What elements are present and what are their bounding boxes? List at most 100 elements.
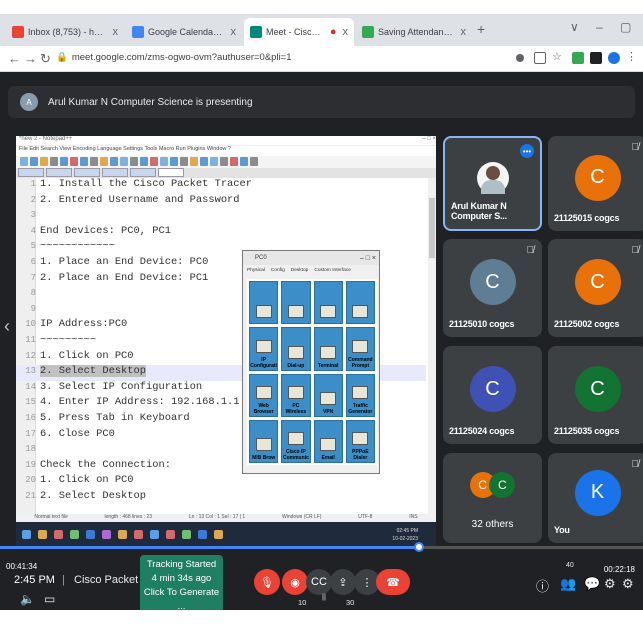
menu-kebab-icon[interactable]: ⋮ [626, 50, 638, 63]
editor-line[interactable]: 1 1. Install the Cisco Packet Tracer [16, 178, 426, 194]
app-icon [320, 345, 337, 359]
pc0-title: PC0 [255, 255, 267, 261]
desktop-app[interactable] [249, 281, 279, 325]
star-icon[interactable]: ☆ [552, 50, 564, 63]
new-tab-button[interactable]: + [477, 21, 485, 37]
present-button[interactable]: ⇪ [330, 569, 356, 595]
reload-icon[interactable]: ↻ [40, 51, 51, 67]
forward-30[interactable]: 30 [346, 598, 354, 607]
extensions-puzzle-icon[interactable] [590, 52, 602, 64]
taskbar-time: 02:45 PM [396, 528, 418, 534]
desktop-app[interactable]: VPN [313, 373, 343, 417]
captions-button[interactable]: CC [306, 569, 332, 595]
desktop-app[interactable]: Cisco IP Communic [281, 419, 311, 463]
toast-line-2: 4 min 34s ago [151, 573, 212, 584]
close-icon[interactable]: x [113, 26, 119, 38]
calendar-icon [132, 26, 144, 38]
windows-taskbar: 02:45 PM 10-02-2023 [16, 522, 436, 548]
avatar: C [469, 259, 516, 306]
app-icon [320, 391, 337, 405]
chat-icon[interactable]: 💬 [584, 576, 600, 592]
editor-line[interactable]: 21 2. Select Desktop [16, 490, 426, 506]
activities-icon[interactable]: ⚙ [604, 576, 616, 592]
tab-calendar[interactable]: Google Calendar - Week of Febr x [126, 18, 242, 46]
desktop-app[interactable]: Email [313, 419, 343, 463]
participant-tile[interactable]: 🎙̸ C 21125015 cogcs [548, 136, 643, 231]
app-icon [352, 385, 369, 399]
app-label: PPPoE Dialer [352, 449, 369, 461]
editor-line[interactable]: 3 [16, 209, 426, 225]
more-options-icon[interactable]: ••• [520, 144, 534, 158]
participant-tile-presenter[interactable]: ••• Arul Kumar N Computer S... [443, 136, 542, 231]
desktop-app[interactable]: Traffic Generator [345, 373, 375, 417]
participant-tile[interactable]: C 21125024 cogcs [443, 346, 542, 444]
others-tile[interactable]: C C 32 others [443, 453, 542, 543]
recording-progress[interactable] [0, 542, 643, 552]
close-icon[interactable]: x [461, 26, 467, 38]
camera-toggle-button[interactable]: ◉ [282, 569, 308, 595]
mic-toggle-button[interactable]: 🎙 [254, 569, 280, 595]
desktop-app[interactable]: Dial-up [281, 327, 311, 371]
app-label: Cisco IP Communic [282, 449, 309, 461]
share-icon[interactable] [534, 52, 546, 64]
app-label: Terminal [317, 362, 339, 369]
tab-attendance[interactable]: Saving Attendance, please wait x [356, 18, 472, 46]
status-filetype: Normal text file [34, 514, 68, 520]
minimize-button[interactable]: – [596, 20, 603, 34]
progress-fill [0, 546, 415, 549]
tab-meet[interactable]: Meet - Cisco Packet Tracer L ● x [244, 18, 354, 46]
rewind-10[interactable]: 10 [298, 598, 306, 607]
desktop-app[interactable]: Command Prompt [345, 327, 375, 371]
avatar: C [489, 472, 516, 499]
url-field[interactable]: 🔒 meet.google.com/zms-ogwo-ovm?authuser=0… [56, 52, 292, 63]
avatar: K [574, 469, 621, 516]
extension-icon[interactable] [572, 52, 584, 64]
tab-search-button[interactable]: ∨ [570, 20, 579, 34]
participant-tile[interactable]: C 21125035 cogcs [548, 346, 643, 444]
volume-icon[interactable]: 🔈 [20, 592, 35, 606]
status-ins: INS [409, 514, 418, 520]
line-text: 4. Enter IP Address: 192.168.1.1 [40, 396, 240, 409]
desktop-app[interactable] [345, 281, 375, 325]
self-tile[interactable]: 🎙̸ K You [548, 453, 643, 543]
desktop-app[interactable]: Terminal [313, 327, 343, 371]
desktop-app[interactable]: MIB Brow [249, 419, 279, 463]
close-icon[interactable]: x [343, 26, 349, 38]
chevron-left-icon[interactable]: ‹ [4, 316, 10, 337]
desktop-app[interactable]: PC Wireless [281, 373, 311, 417]
pause-icon[interactable]: || [322, 592, 326, 601]
desktop-app[interactable]: PPPoE Dialer [345, 419, 375, 463]
desktop-app[interactable] [281, 281, 311, 325]
line-text: 3. Select IP Configuration [40, 380, 203, 393]
forward-icon[interactable]: → [24, 51, 37, 66]
profile-avatar[interactable] [608, 52, 620, 64]
captions-icon[interactable]: ▭ [44, 592, 55, 606]
editor-line[interactable]: 20 1. Click on PC0 [16, 474, 426, 490]
editor-scrollbar [428, 178, 436, 514]
notepad-tabs [16, 168, 436, 178]
close-icon[interactable]: x [231, 26, 237, 38]
editor-line[interactable]: 2 2. Entered Username and Password [16, 194, 426, 210]
toast-line-1: Tracking Started [146, 559, 217, 570]
camera-indicator-icon[interactable] [516, 54, 524, 62]
tab-desktop: Desktop [290, 267, 309, 273]
gmail-icon [12, 26, 24, 38]
notepad-toolbar [16, 156, 436, 168]
maximize-button[interactable]: ▢ [620, 20, 631, 34]
participant-name: 21125010 cogcs [449, 319, 515, 329]
settings-icon[interactable]: ⚙ [622, 576, 634, 592]
info-icon[interactable]: ⓘ [536, 576, 549, 595]
desktop-app[interactable]: IP Configurati [249, 327, 279, 371]
progress-handle[interactable] [414, 542, 424, 552]
leave-call-button[interactable]: ☎ [376, 569, 410, 595]
tab-gmail[interactable]: Inbox (8,753) - hkrish31@gmail.c x [6, 18, 124, 46]
editor-line[interactable]: 4 End Devices: PC0, PC1 [16, 225, 426, 241]
desktop-app[interactable] [313, 281, 343, 325]
people-icon[interactable]: 👥 [560, 576, 576, 592]
desktop-app[interactable]: Web Browser [249, 373, 279, 417]
line-number: 4 [30, 225, 36, 236]
participant-tile[interactable]: 🎙̸ C 21125002 cogcs [548, 239, 643, 337]
back-icon[interactable]: ← [8, 51, 21, 66]
tracking-toast[interactable]: Tracking Started 4 min 34s ago Click To … [140, 555, 223, 613]
participant-tile[interactable]: 🎙̸ C 21125010 cogcs [443, 239, 542, 337]
